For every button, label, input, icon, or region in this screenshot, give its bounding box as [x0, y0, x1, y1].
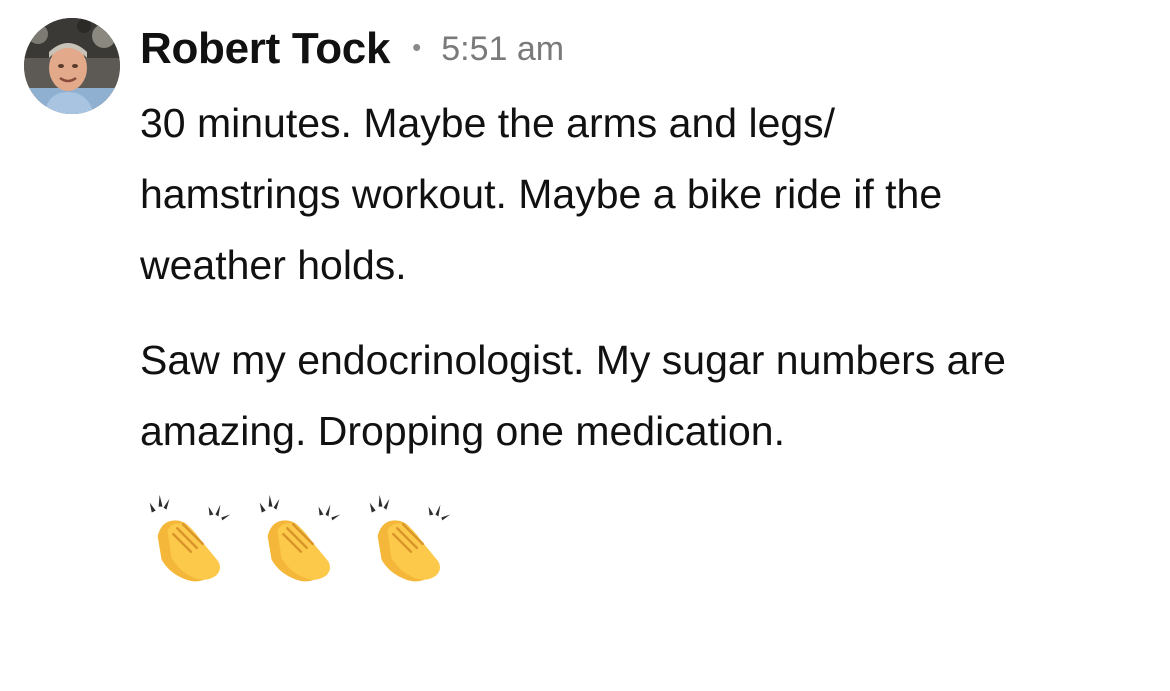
- timestamp[interactable]: 5:51 am: [441, 30, 564, 69]
- message-paragraph: Saw my endocrinologist. My sugar numbers…: [140, 337, 1006, 454]
- avatar[interactable]: [24, 18, 120, 114]
- clapping-hands-emoji-icon: [369, 494, 451, 582]
- author-name[interactable]: Robert Tock: [140, 24, 390, 74]
- clapping-hands-emoji-icon: [149, 494, 231, 582]
- separator-dot: •: [412, 31, 422, 62]
- post-content: Robert Tock • 5:51 am 30 minutes. Maybe …: [140, 18, 1140, 589]
- message-body: 30 minutes. Maybe the arms and legs/ ham…: [140, 88, 1140, 467]
- clapping-hands-emoji-icon: [259, 494, 341, 582]
- post-header: Robert Tock • 5:51 am: [140, 18, 1140, 80]
- profile-photo-icon: [24, 18, 120, 114]
- emoji-row: [140, 491, 1140, 589]
- message-paragraph: 30 minutes. Maybe the arms and legs/ ham…: [140, 100, 943, 288]
